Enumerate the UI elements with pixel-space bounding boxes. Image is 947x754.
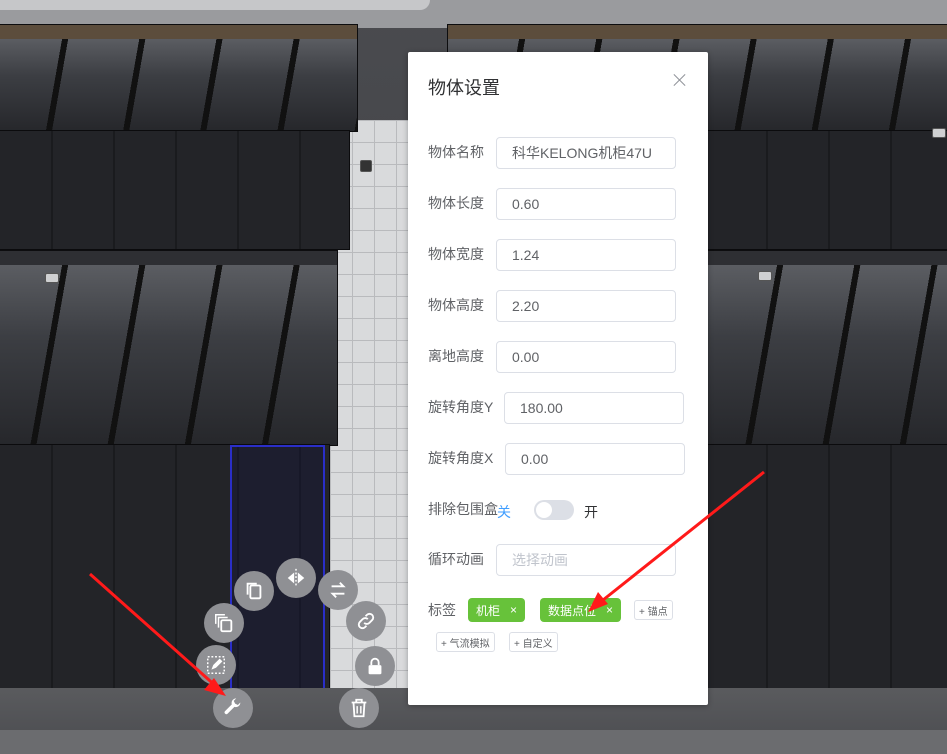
wall-device[interactable] bbox=[360, 160, 372, 172]
tag-remove-icon[interactable]: × bbox=[606, 603, 613, 617]
field-row-rotate-y: 旋转角度Y bbox=[428, 391, 493, 423]
add-airflow-tag-button[interactable]: + 气流模拟 bbox=[436, 632, 495, 652]
field-label: 物体宽度 bbox=[428, 246, 484, 262]
field-row-name: 物体名称 bbox=[428, 136, 484, 168]
lock-icon bbox=[368, 657, 382, 675]
field-label: 循环动画 bbox=[428, 551, 484, 567]
rack-glass-top bbox=[0, 39, 357, 131]
rack-body-left-1[interactable] bbox=[0, 130, 350, 250]
field-label: 排除包围盒 bbox=[428, 501, 498, 517]
rack-cap bbox=[0, 251, 337, 265]
swap-tool-button[interactable] bbox=[318, 570, 358, 610]
switch-on-label: 开 bbox=[584, 504, 598, 520]
field-label: 物体长度 bbox=[428, 195, 484, 211]
field-label: 物体名称 bbox=[428, 144, 484, 160]
link-icon bbox=[357, 612, 375, 630]
close-icon[interactable] bbox=[672, 72, 688, 88]
field-row-animation: 循环动画 bbox=[428, 543, 484, 575]
add-anchor-tag-button[interactable]: + 锚点 bbox=[634, 600, 673, 620]
scene-top-panel bbox=[0, 0, 430, 10]
rack-glass-top bbox=[0, 265, 337, 445]
dialog-title: 物体设置 bbox=[428, 78, 500, 98]
rack-row-left-1[interactable] bbox=[0, 24, 358, 132]
rack-cap bbox=[706, 251, 947, 265]
field-row-bbox: 排除包围盒 bbox=[428, 493, 498, 525]
field-label: 离地高度 bbox=[428, 348, 484, 364]
edit-tool-button[interactable] bbox=[196, 645, 236, 685]
mirror-icon bbox=[287, 568, 305, 588]
toggle-knob bbox=[536, 502, 552, 518]
tag-text: 数据点位 bbox=[548, 603, 597, 618]
tag-remove-icon[interactable]: × bbox=[510, 603, 517, 617]
link-tool-button[interactable] bbox=[346, 601, 386, 641]
rack-body-right-1[interactable] bbox=[705, 130, 947, 250]
rack-glass-top bbox=[706, 265, 947, 445]
wrench-icon bbox=[224, 698, 241, 715]
rotate-x-input[interactable]: 0.00 bbox=[505, 443, 685, 475]
sensor-device[interactable] bbox=[45, 273, 59, 283]
tag-cabinet: 机柜 × bbox=[468, 598, 526, 622]
sensor-device[interactable] bbox=[758, 271, 772, 281]
floor-edge bbox=[0, 730, 947, 754]
delete-tool-button[interactable] bbox=[339, 688, 379, 728]
field-row-height: 物体高度 bbox=[428, 289, 484, 321]
settings-tool-button[interactable] bbox=[213, 688, 253, 728]
tag-text: 机柜 bbox=[476, 603, 501, 618]
field-row-length: 物体长度 bbox=[428, 187, 484, 219]
ground-height-input[interactable]: 0.00 bbox=[496, 341, 676, 373]
copy-tool-button[interactable] bbox=[234, 571, 274, 611]
sensor-device[interactable] bbox=[932, 128, 946, 138]
object-height-input[interactable]: 2.20 bbox=[496, 290, 676, 322]
delete-icon bbox=[351, 698, 367, 718]
field-row-tags: 标签 bbox=[428, 594, 456, 626]
field-label: 标签 bbox=[428, 602, 456, 618]
field-row-rotate-x: 旋转角度X bbox=[428, 442, 493, 474]
field-label: 旋转角度X bbox=[428, 450, 494, 466]
lock-tool-button[interactable] bbox=[355, 646, 395, 686]
object-settings-dialog: 物体设置 物体名称 科华KELONG机柜47U 物体长度 0.60 物体宽度 1… bbox=[408, 52, 708, 705]
field-row-width: 物体宽度 bbox=[428, 238, 484, 270]
swap-icon bbox=[330, 582, 346, 598]
object-name-input[interactable]: 科华KELONG机柜47U bbox=[496, 137, 676, 169]
rack-body-right-2[interactable] bbox=[705, 444, 947, 690]
rotate-y-input[interactable]: 180.00 bbox=[504, 392, 684, 424]
edit-icon bbox=[207, 656, 225, 674]
copy-icon bbox=[246, 582, 262, 600]
animation-select[interactable]: 选择动画 bbox=[496, 544, 676, 576]
rack-cap bbox=[0, 25, 357, 39]
exclude-bbox-toggle[interactable] bbox=[534, 500, 574, 520]
add-custom-tag-button[interactable]: + 自定义 bbox=[509, 632, 558, 652]
object-width-input[interactable]: 1.24 bbox=[496, 239, 676, 271]
field-label: 旋转角度Y bbox=[428, 399, 494, 415]
field-row-ground-height: 离地高度 bbox=[428, 340, 484, 372]
rack-row-right-2[interactable] bbox=[705, 250, 947, 446]
object-length-input[interactable]: 0.60 bbox=[496, 188, 676, 220]
mirror-tool-button[interactable] bbox=[276, 558, 316, 598]
rack-cap bbox=[448, 25, 947, 39]
field-label: 物体高度 bbox=[428, 297, 484, 313]
multi-copy-tool-button[interactable] bbox=[204, 603, 244, 643]
multi-copy-icon bbox=[215, 614, 233, 633]
tag-data-point: 数据点位 × bbox=[540, 598, 622, 622]
switch-off-label: 关 bbox=[497, 504, 511, 520]
